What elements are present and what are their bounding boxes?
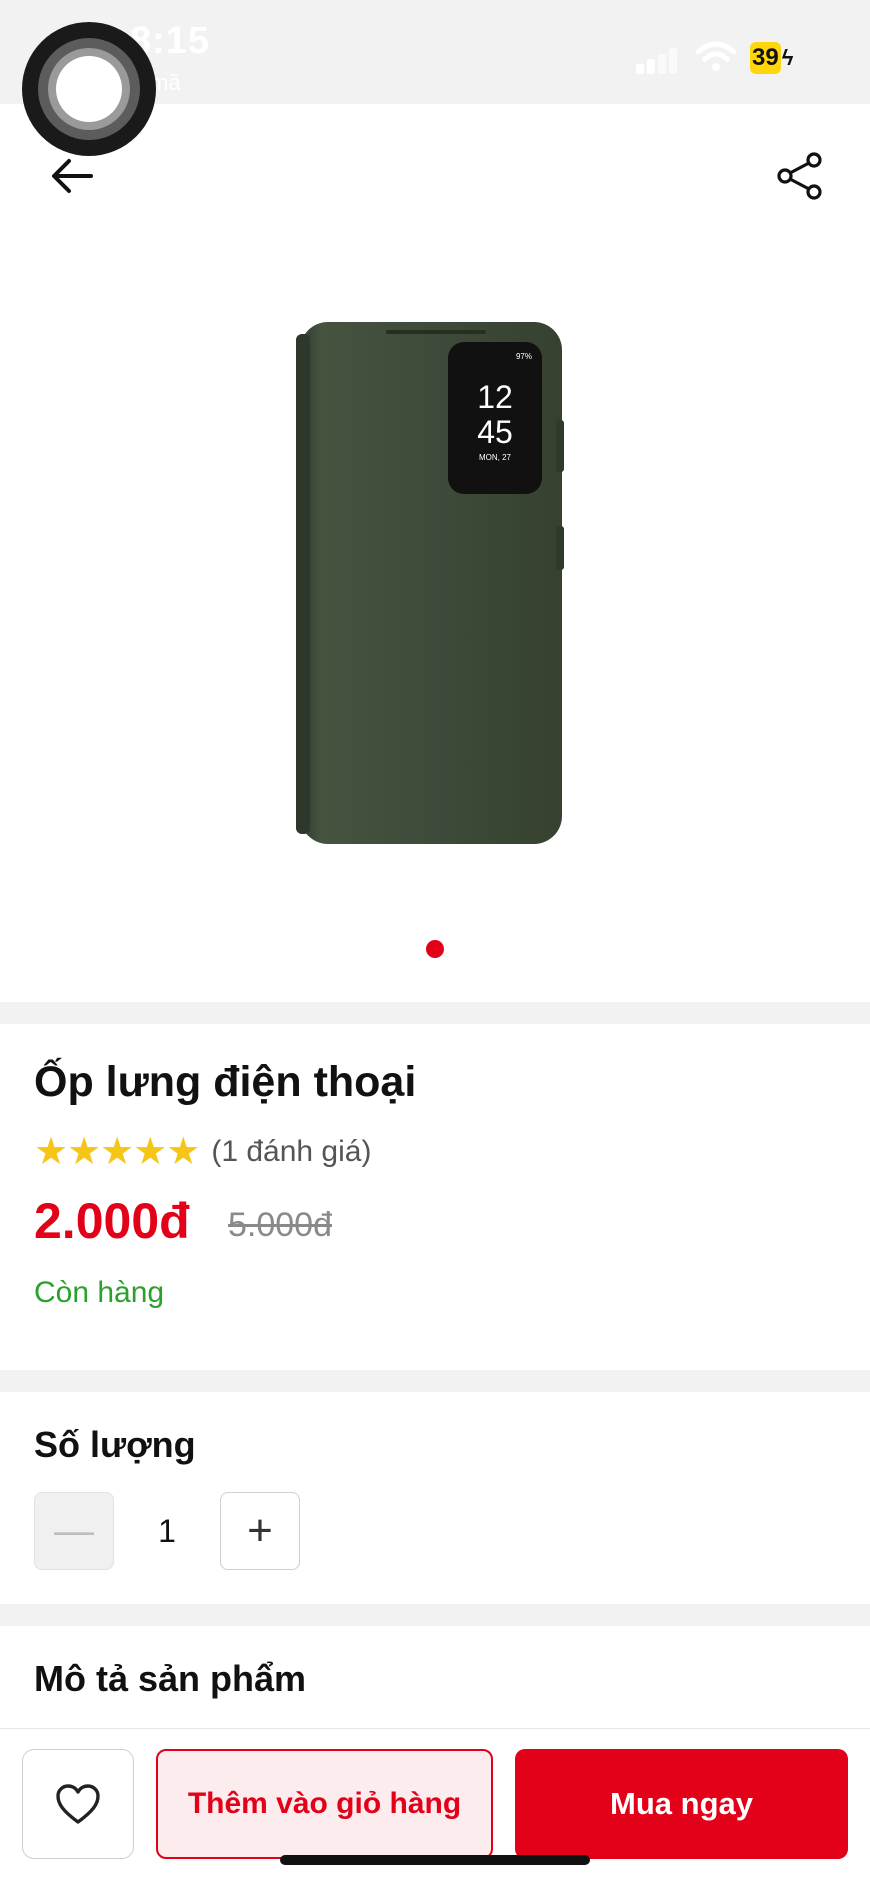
favorite-button[interactable] — [22, 1749, 134, 1859]
wifi-icon — [695, 41, 737, 71]
phone-case-image: 97% 12 45 MON, 27 — [296, 322, 564, 844]
quantity-increase-button[interactable]: + — [220, 1492, 300, 1570]
rating-stars: ★★★★★ — [34, 1131, 200, 1173]
quantity-label: Số lượng — [34, 1424, 196, 1465]
plus-icon: + — [247, 1506, 273, 1555]
section-divider — [0, 1604, 870, 1626]
heart-icon — [56, 1784, 100, 1824]
product-image[interactable]: 97% 12 45 MON, 27 — [296, 320, 570, 846]
product-rating[interactable]: ★★★★★ (1 đánh giá) — [34, 1130, 371, 1174]
section-divider — [0, 1002, 870, 1024]
add-to-cart-button[interactable]: Thêm vào giỏ hàng — [156, 1749, 493, 1859]
quantity-decrease-button[interactable]: — — [34, 1492, 114, 1570]
carousel-dots — [0, 940, 870, 960]
description-title[interactable]: Mô tả sản phẩm — [34, 1658, 306, 1700]
share-button[interactable] — [768, 144, 832, 208]
product-title: Ốp lưng điện thoại — [34, 1058, 417, 1106]
buy-now-button[interactable]: Mua ngay — [515, 1749, 848, 1859]
arrow-left-icon — [52, 159, 93, 193]
battery-indicator: 39 ϟ — [750, 42, 793, 74]
quantity-value[interactable]: 1 — [130, 1492, 204, 1570]
original-price: 5.000đ — [228, 1206, 332, 1244]
home-indicator[interactable] — [280, 1855, 590, 1865]
section-divider — [0, 1370, 870, 1392]
svg-text:97%: 97% — [516, 352, 532, 361]
carousel-dot-active[interactable] — [426, 940, 444, 958]
svg-text:MON, 27: MON, 27 — [479, 453, 512, 462]
svg-text:12: 12 — [477, 379, 513, 415]
assistive-touch-button[interactable] — [22, 22, 156, 156]
battery-level: 39 — [750, 42, 781, 74]
share-icon — [777, 152, 822, 200]
rating-count: (1 đánh giá) — [211, 1135, 372, 1168]
svg-text:45: 45 — [477, 414, 513, 450]
minus-icon: — — [54, 1508, 94, 1553]
current-price: 2.000đ — [34, 1193, 190, 1249]
charging-bolt-icon: ϟ — [781, 45, 794, 70]
cellular-signal-icon — [636, 48, 680, 74]
stock-status: Còn hàng — [34, 1276, 165, 1309]
